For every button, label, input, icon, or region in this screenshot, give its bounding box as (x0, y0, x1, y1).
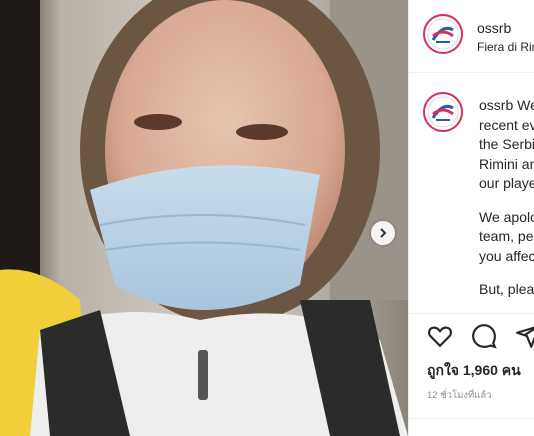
header-username[interactable]: ossrb (477, 20, 511, 36)
caption-line: Rimini an (479, 155, 534, 172)
caption-username[interactable]: ossrb (479, 97, 513, 113)
avatar[interactable] (423, 14, 463, 54)
caption-line: our playe (479, 175, 534, 191)
next-media-button[interactable] (371, 221, 395, 245)
caption-line: you affec (479, 247, 534, 264)
heart-icon[interactable] (427, 323, 453, 349)
comment-icon[interactable] (471, 323, 497, 349)
caption-line: team, peo (479, 228, 534, 244)
video-frame (0, 0, 408, 436)
caption-line: We (517, 97, 534, 113)
post-caption: ossrb We recent ev the Serbi Rimini an o… (479, 96, 534, 300)
logo-icon (427, 18, 459, 50)
divider (409, 418, 534, 419)
chevron-right-icon (380, 228, 387, 238)
divider (409, 313, 534, 314)
caption-line: the Serbi (479, 136, 534, 152)
post-sidebar: ossrb Fiera di Rim ossrb We recent ev th… (408, 0, 534, 436)
caption-avatar[interactable] (423, 92, 463, 132)
divider (409, 72, 534, 73)
caption-line: recent ev (479, 116, 534, 133)
share-icon[interactable] (515, 323, 534, 349)
caption-line: But, pleas (479, 281, 534, 297)
action-bar (427, 323, 534, 349)
caption-line: We apolo (479, 208, 534, 225)
post-media[interactable] (0, 0, 408, 436)
logo-icon (427, 96, 459, 128)
like-count[interactable]: ถูกใจ 1,960 คน (427, 360, 521, 382)
post-timestamp[interactable]: 12 ชั่วโมงที่แล้ว (427, 388, 492, 403)
header-location[interactable]: Fiera di Rim (477, 40, 534, 54)
